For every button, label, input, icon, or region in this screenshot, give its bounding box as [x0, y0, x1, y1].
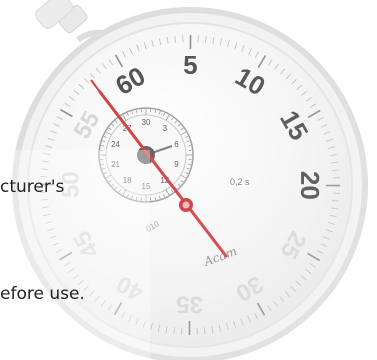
caption-line-1: cturer's: [0, 177, 65, 197]
caption-line-2: efore use.: [0, 284, 85, 304]
